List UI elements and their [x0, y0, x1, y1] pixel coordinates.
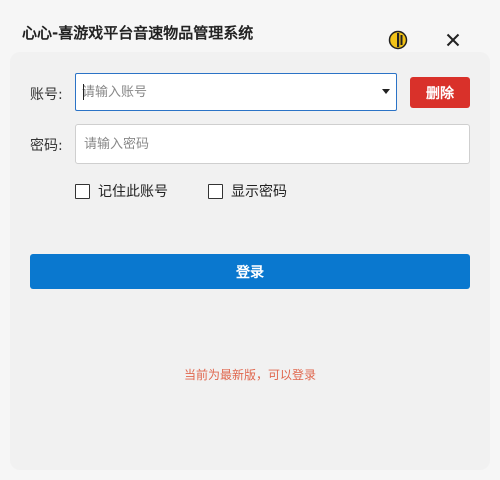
status-message: 当前为最新版，可以登录 [183, 368, 316, 382]
show-password-checkbox-box[interactable] [208, 183, 223, 199]
account-input[interactable] [76, 74, 366, 110]
text-cursor [83, 84, 84, 100]
show-password-checkbox[interactable]: 显示密码 [208, 181, 287, 201]
chevron-down-icon[interactable] [382, 89, 390, 94]
window-title: 心心-喜游戏平台音速物品管理系统 [22, 24, 254, 42]
palette-icon [388, 30, 408, 50]
remember-checkbox-box[interactable] [75, 183, 90, 199]
title-bar[interactable]: 心心-喜游戏平台音速物品管理系统 [0, 0, 500, 52]
show-password-checkbox-label: 显示密码 [231, 184, 287, 200]
close-button[interactable] [442, 29, 464, 51]
account-combo[interactable] [75, 73, 397, 111]
remember-checkbox-label: 记住此账号 [98, 184, 168, 200]
delete-account-button[interactable]: 删除 [410, 77, 470, 108]
close-icon [446, 33, 460, 47]
account-label: 账号: [30, 87, 63, 103]
skin-button[interactable] [388, 30, 408, 50]
password-input[interactable] [76, 125, 469, 163]
password-label: 密码: [30, 138, 63, 154]
remember-account-checkbox[interactable]: 记住此账号 [75, 181, 168, 201]
login-button[interactable]: 登录 [30, 254, 470, 289]
login-window: 心心-喜游戏平台音速物品管理系统 账号: 删除 密码: 记住此账号 [0, 0, 500, 480]
password-field[interactable] [75, 124, 470, 164]
